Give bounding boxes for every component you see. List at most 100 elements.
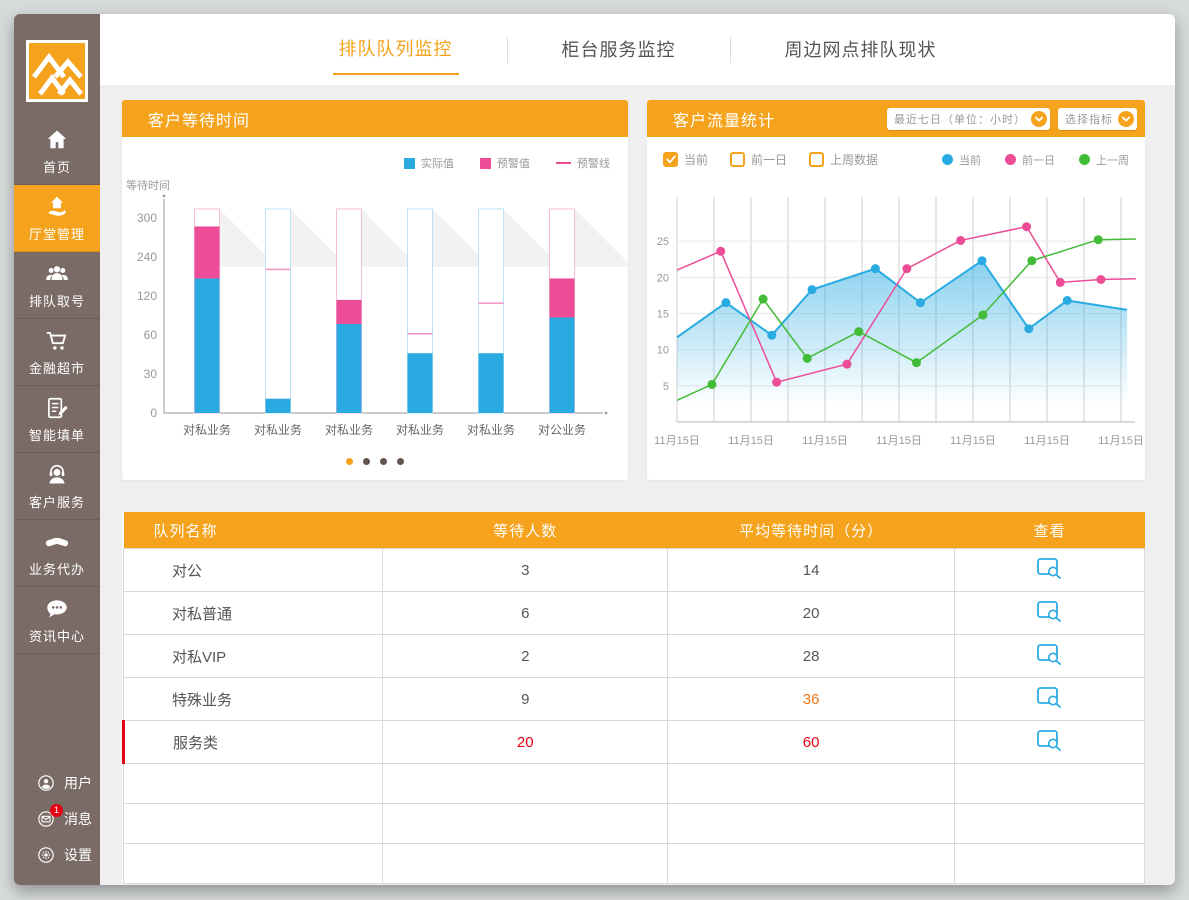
queue-name-cell: 对公 — [124, 549, 383, 592]
flow-checkboxes: 当前 前一日 上周数据 — [663, 151, 878, 168]
waiting-time-panel-header: 客户等待时间 — [122, 100, 628, 137]
queue-table-header-3: 平均等待时间（分） — [668, 512, 955, 549]
svg-text:对私业务: 对私业务 — [254, 422, 302, 437]
user-icon — [36, 773, 56, 793]
svg-text:11月15日: 11月15日 — [950, 435, 996, 447]
tab-divider — [507, 37, 508, 63]
view-button[interactable] — [1037, 601, 1062, 622]
pagination-dot-4[interactable] — [397, 458, 404, 465]
queue-name-cell: 对私VIP — [124, 635, 383, 678]
sidebar-item-label: 厅堂管理 — [29, 224, 85, 243]
svg-text:300: 300 — [137, 211, 157, 225]
tab-nearby-branches[interactable]: 周边网点排队现状 — [779, 26, 943, 74]
dropdown-range[interactable]: 最近七日（单位：小时） — [887, 108, 1050, 130]
dropdown-label: 选择指标 — [1065, 111, 1113, 127]
checkbox-box — [663, 152, 678, 167]
tabs: 排队队列监控 柜台服务监控 周边网点排队现状 — [333, 25, 943, 75]
view-magnifier-icon — [1037, 644, 1062, 665]
svg-text:等待时间: 等待时间 — [126, 178, 170, 192]
sidebar-item-queue[interactable]: 排队取号 — [14, 252, 100, 319]
chevron-down-icon — [1031, 111, 1047, 127]
sidebar-item-news[interactable]: 资讯中心 — [14, 587, 100, 654]
dropdown-label: 最近七日（单位：小时） — [894, 111, 1026, 127]
view-button[interactable] — [1037, 644, 1062, 665]
chart-cards-row: 客户等待时间 实际值预警值预警线 03060120240300等待时间对私业务对… — [122, 100, 1145, 480]
checkbox-前一日[interactable]: 前一日 — [730, 151, 787, 168]
pagination-dot-3[interactable] — [380, 458, 387, 465]
checkbox-box — [730, 152, 745, 167]
waiting-time-panel: 客户等待时间 实际值预警值预警线 03060120240300等待时间对私业务对… — [122, 100, 628, 480]
checkbox-label: 当前 — [684, 151, 708, 168]
svg-text:10: 10 — [657, 345, 669, 357]
form-icon — [44, 395, 70, 421]
svg-text:11月15日: 11月15日 — [728, 435, 774, 447]
svg-text:对私业务: 对私业务 — [467, 422, 515, 437]
main-area: 排队队列监控柜台服务监控周边网点排队现状 客户等待时间 实际值预警值预警线 03… — [100, 14, 1175, 885]
sidebar-item-form[interactable]: 智能填单 — [14, 386, 100, 453]
view-button[interactable] — [1037, 730, 1062, 751]
queue-icon — [44, 261, 70, 287]
checkbox-上周数据[interactable]: 上周数据 — [809, 151, 878, 168]
queue-table-empty-row — [124, 764, 1145, 804]
sidebar-footer-label: 消息 — [64, 809, 92, 829]
view-cell — [955, 592, 1145, 635]
top-tab-bar: 排队队列监控 柜台服务监控 周边网点排队现状 — [100, 14, 1175, 85]
app-window: 首页厅堂管理排队取号金融超市智能填单客户服务业务代办资讯中心 用户 1 消息设置 排… — [14, 14, 1175, 885]
content-area: 客户等待时间 实际值预警值预警线 03060120240300等待时间对私业务对… — [100, 85, 1175, 885]
sidebar-footer-label: 设置 — [64, 845, 92, 865]
svg-text:对私业务: 对私业务 — [183, 422, 231, 437]
sidebar-footer-item-user[interactable]: 用户 — [14, 765, 100, 801]
sidebar-item-service[interactable]: 客户服务 — [14, 453, 100, 520]
waiting-count-cell: 6 — [383, 592, 668, 635]
sidebar-item-label: 客户服务 — [29, 492, 85, 511]
sidebar-footer: 用户 1 消息设置 — [14, 765, 100, 873]
sidebar-item-hall[interactable]: 厅堂管理 — [14, 185, 100, 252]
sidebar: 首页厅堂管理排队取号金融超市智能填单客户服务业务代办资讯中心 用户 1 消息设置 — [14, 14, 100, 885]
view-button[interactable] — [1037, 687, 1062, 708]
legend-label: 前一日 — [1022, 152, 1055, 168]
sidebar-item-market[interactable]: 金融超市 — [14, 319, 100, 386]
queue-table-row: 对公314 — [124, 549, 1145, 592]
sidebar-item-agency[interactable]: 业务代办 — [14, 520, 100, 587]
svg-text:5: 5 — [663, 381, 669, 393]
queue-table-header-2: 等待人数 — [383, 512, 668, 549]
svg-text:11月15日: 11月15日 — [654, 435, 700, 447]
sidebar-footer-item-message[interactable]: 1 消息 — [14, 801, 100, 837]
sidebar-item-home[interactable]: 首页 — [14, 118, 100, 185]
svg-text:对公业务: 对公业务 — [538, 422, 586, 437]
queue-table-row: 特殊业务936 — [124, 678, 1145, 721]
checkbox-box — [809, 152, 824, 167]
view-cell — [955, 721, 1145, 764]
legend-label: 上一周 — [1096, 152, 1129, 168]
svg-text:0: 0 — [150, 406, 157, 420]
queue-table-row: 对私VIP228 — [124, 635, 1145, 678]
tab-queue-monitor[interactable]: 排队队列监控 — [333, 25, 459, 75]
tab-counter-monitor[interactable]: 柜台服务监控 — [556, 26, 682, 74]
avg-wait-cell: 60 — [668, 721, 955, 764]
legend-label: 当前 — [959, 152, 981, 168]
svg-text:对私业务: 对私业务 — [396, 422, 444, 437]
checkbox-当前[interactable]: 当前 — [663, 151, 708, 168]
sidebar-item-label: 金融超市 — [29, 358, 85, 377]
market-icon — [44, 328, 70, 354]
queue-table-header-1: 队列名称 — [124, 512, 383, 549]
queue-name-cell: 服务类 — [124, 721, 383, 764]
avg-wait: 20 — [803, 605, 820, 622]
checkbox-label: 上周数据 — [830, 151, 878, 168]
pagination-dot-1[interactable] — [346, 458, 353, 465]
sidebar-footer-item-settings[interactable]: 设置 — [14, 837, 100, 873]
sidebar-item-label: 排队取号 — [29, 291, 85, 310]
svg-text:60: 60 — [144, 328, 158, 342]
view-magnifier-icon — [1037, 601, 1062, 622]
news-icon — [44, 596, 70, 622]
svg-text:25: 25 — [657, 236, 669, 248]
avg-wait-cell: 20 — [668, 592, 955, 635]
view-button[interactable] — [1037, 558, 1062, 579]
waiting-count: 9 — [521, 691, 529, 708]
message-icon: 1 — [36, 809, 56, 829]
home-icon — [44, 127, 70, 153]
queue-table-row: 服务类2060 — [124, 721, 1145, 764]
customer-flow-line-chart: 51015202511月15日11月15日11月15日11月15日11月15日1… — [647, 177, 1145, 462]
dropdown-metric[interactable]: 选择指标 — [1058, 108, 1137, 130]
pagination-dot-2[interactable] — [363, 458, 370, 465]
